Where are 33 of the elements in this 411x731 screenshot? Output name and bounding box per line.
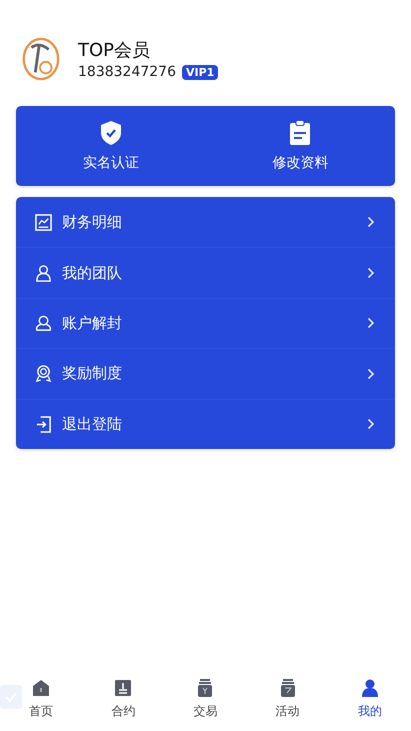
menu-item[interactable]: 账户解封 xyxy=(16,298,395,348)
tab[interactable]: 我的 xyxy=(358,673,382,725)
chevron-icon xyxy=(367,267,375,280)
bucket-icon xyxy=(278,678,297,696)
tab[interactable]: 交易 xyxy=(193,673,218,725)
chart-icon xyxy=(35,214,52,231)
tab[interactable]: 活动 xyxy=(276,673,300,725)
tab[interactable]: 首页 xyxy=(29,673,54,725)
jar-icon xyxy=(196,678,214,696)
menu-item[interactable]: 奖励制度 xyxy=(16,348,395,399)
logout-icon xyxy=(35,416,52,433)
vip-badge: VIP1 xyxy=(182,64,218,80)
chevron-icon xyxy=(367,317,375,330)
person-icon xyxy=(360,678,379,696)
home-icon xyxy=(32,678,50,696)
user-name: TOP会员 xyxy=(78,39,152,62)
phone-number: 18383247276 xyxy=(78,64,176,80)
chevron-icon xyxy=(367,216,375,228)
action-button[interactable]: 修改资料 xyxy=(206,106,395,186)
avatar-logo xyxy=(20,35,62,83)
tab[interactable]: 合约 xyxy=(111,673,136,725)
chevron-icon xyxy=(367,418,375,430)
user-icon xyxy=(35,314,52,332)
menu-item[interactable]: 退出登陆 xyxy=(16,398,395,449)
menu-item[interactable]: 财务明细 xyxy=(16,197,395,248)
stamp-icon xyxy=(114,678,132,696)
award-icon xyxy=(35,365,52,382)
chevron-icon xyxy=(367,368,375,380)
shield-icon xyxy=(98,120,123,146)
menu-item[interactable]: 我的团队 xyxy=(16,247,395,298)
clipboard-icon xyxy=(288,120,312,146)
team-icon xyxy=(35,264,52,282)
action-button[interactable]: 实名认证 xyxy=(16,106,206,186)
